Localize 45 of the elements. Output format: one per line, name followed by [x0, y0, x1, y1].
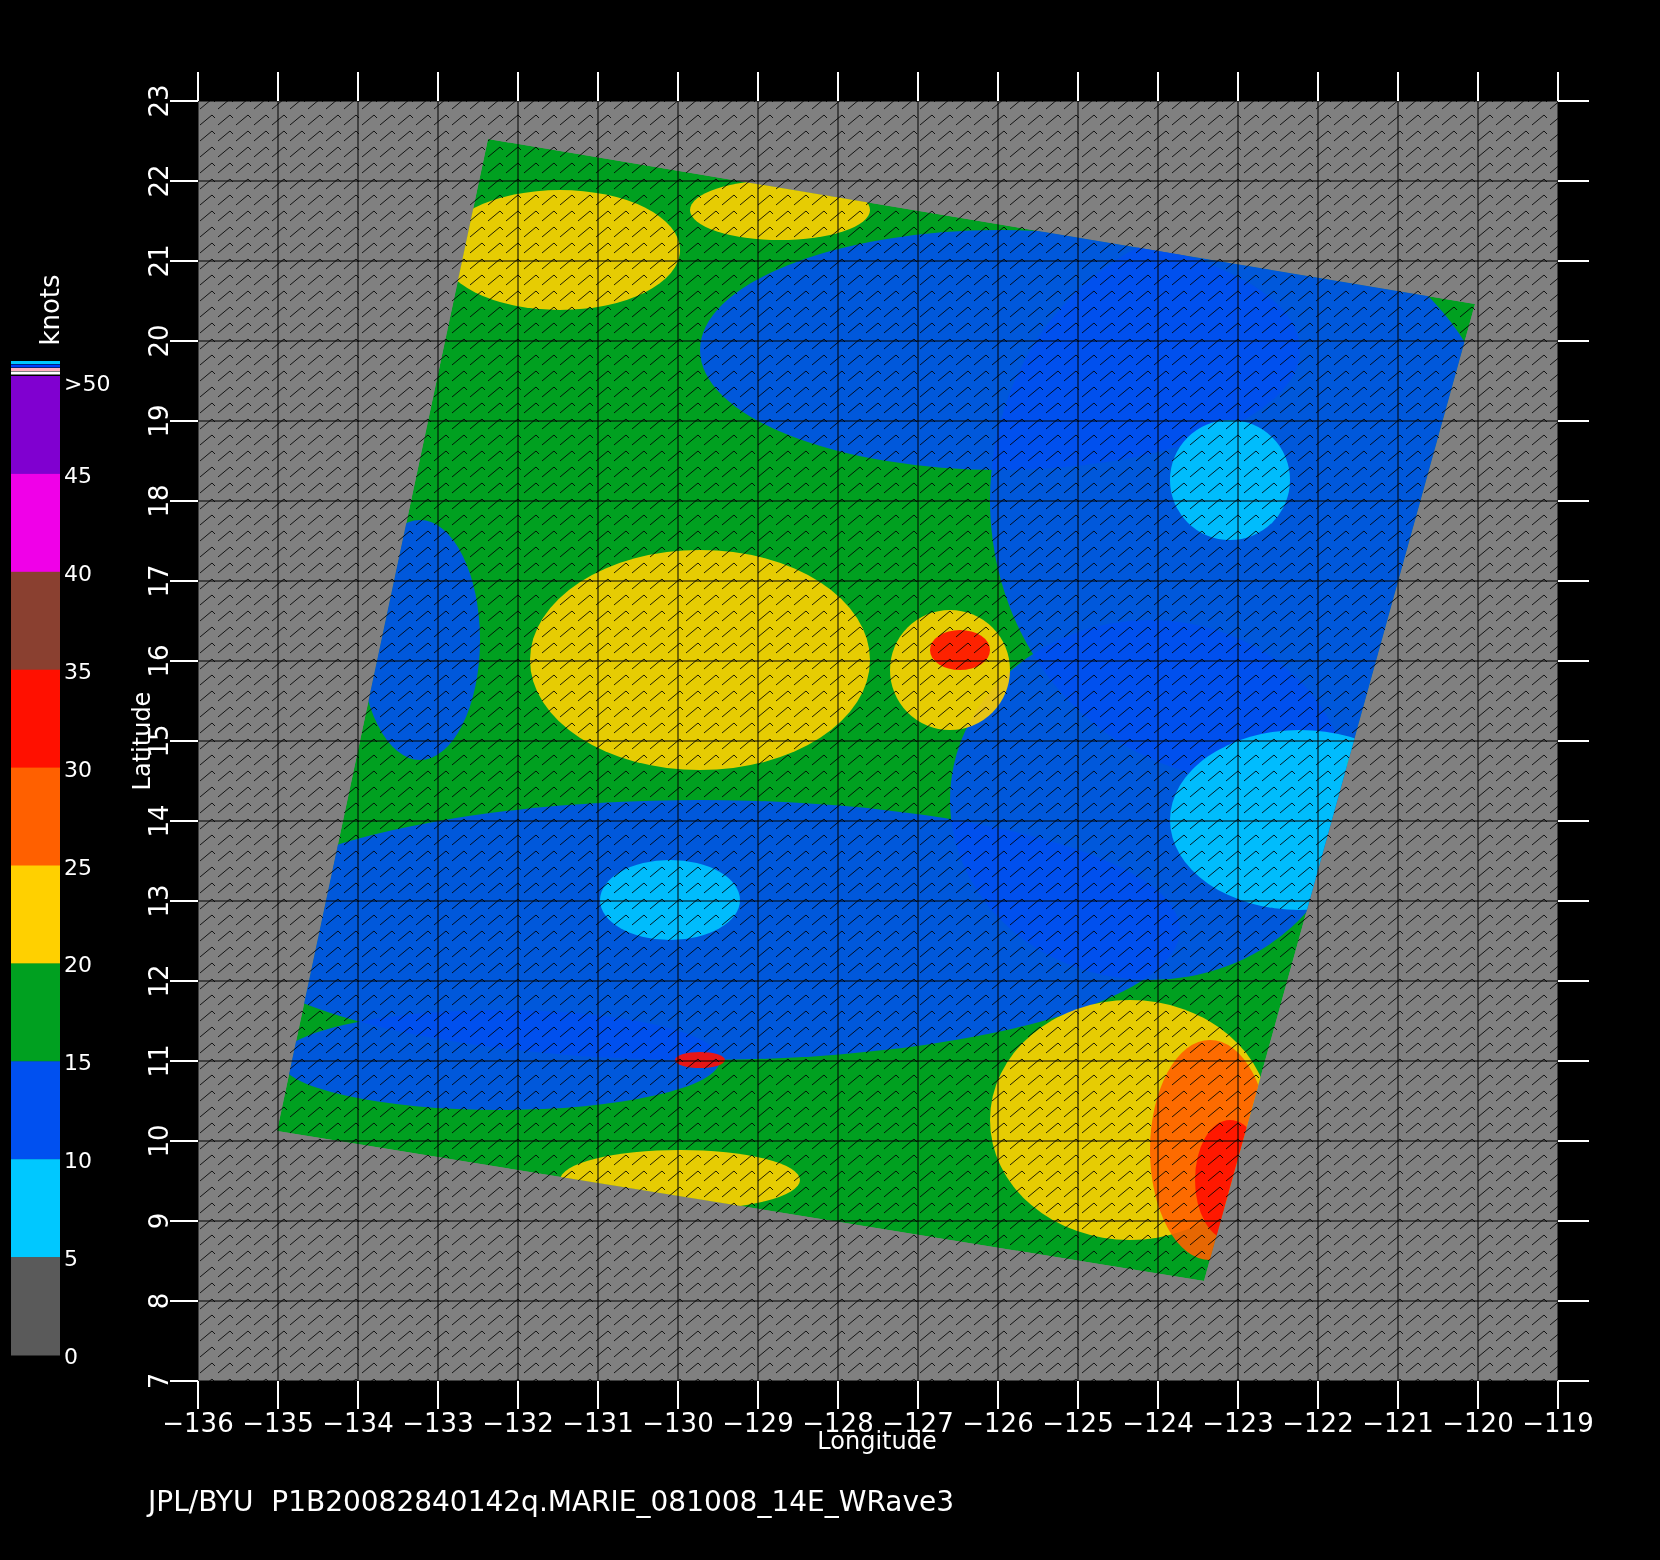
color-scale-label: >50 [64, 371, 111, 396]
longitude-tick-label: −133 [402, 1408, 474, 1438]
latitude-tick-label: 13 [144, 884, 174, 918]
unit-label: knots [35, 274, 65, 346]
latitude-tick-label: 8 [144, 1292, 174, 1310]
color-scale-label: 25 [64, 854, 92, 880]
latitude-tick-label: 14 [144, 804, 174, 838]
latitude-tick-label: 19 [144, 404, 174, 438]
latitude-tick-label: 22 [144, 164, 174, 198]
longitude-tick-label: −131 [562, 1408, 634, 1438]
latitude-tick-label: 18 [144, 484, 174, 518]
plot-title: JPL/BYU P1B20082840142q.MARIE_081008_14E_WRave3 [148, 1485, 954, 1518]
longitude-tick-label: −126 [962, 1408, 1034, 1438]
longitude-tick-label: −134 [322, 1408, 394, 1438]
latitude-tick-label: 23 [144, 84, 174, 118]
longitude-tick-label: −119 [1522, 1408, 1594, 1438]
color-scale-label: 40 [64, 560, 92, 586]
latitude-tick-label: 16 [144, 644, 174, 678]
longitude-tick-label: −135 [242, 1408, 314, 1438]
color-scale-label: 35 [64, 658, 92, 684]
latitude-tick-label: 7 [144, 1372, 174, 1390]
latitude-tick-label: 11 [144, 1044, 174, 1078]
longitude-tick-label: −122 [1282, 1408, 1354, 1438]
longitude-tick-label: −125 [1042, 1408, 1114, 1438]
color-scale-label: 15 [64, 1050, 92, 1076]
longitude-tick-label: −124 [1122, 1408, 1194, 1438]
longitude-tick-label: −129 [722, 1408, 794, 1438]
color-scale-label: 30 [64, 756, 92, 782]
color-scale-label: 20 [64, 952, 92, 978]
longitude-tick-label: −123 [1202, 1408, 1274, 1438]
latitude-tick-label: 17 [144, 564, 174, 598]
longitude-tick-label: −136 [162, 1408, 234, 1438]
latitude-tick-label: 12 [144, 964, 174, 998]
color-scale-label: 5 [64, 1246, 78, 1272]
latitude-tick-label: 20 [144, 324, 174, 358]
color-scale-label: 45 [64, 462, 92, 488]
longitude-tick-label: −121 [1362, 1408, 1434, 1438]
latitude-tick-label: 10 [144, 1124, 174, 1158]
longitude-tick-label: −130 [642, 1408, 714, 1438]
latitude-tick-label: 9 [144, 1212, 174, 1230]
color-scale-label: 0 [64, 1344, 78, 1369]
color-scale-label: 10 [64, 1148, 92, 1174]
longitude-tick-label: −132 [482, 1408, 554, 1438]
latitude-tick-label: 21 [144, 244, 174, 278]
longitude-tick-label: −120 [1442, 1408, 1514, 1438]
